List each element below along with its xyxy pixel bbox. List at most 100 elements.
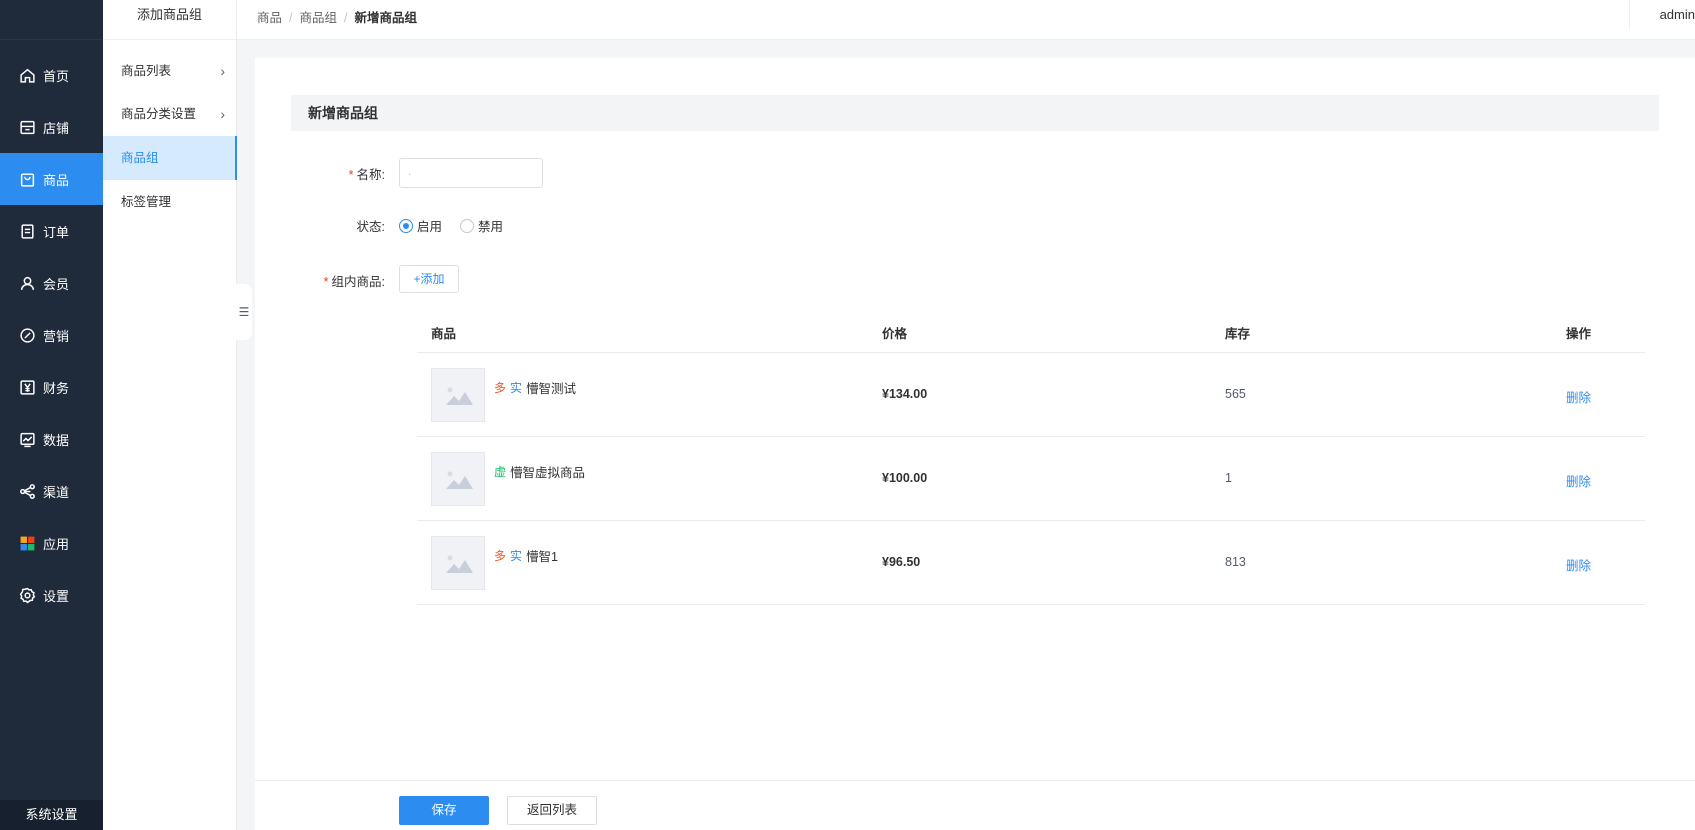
sub-item-label: 标签管理 <box>121 195 172 209</box>
apps-icon <box>20 536 35 550</box>
sub-item-goods-group[interactable]: 商品组 <box>103 136 237 180</box>
name-input[interactable]: . <box>399 158 543 188</box>
nav-item-channel[interactable]: 渠道 <box>0 465 103 517</box>
nav-item-label: 设置 <box>43 588 70 604</box>
product-thumbnail <box>431 368 485 422</box>
sub-menu: 添加商品组 商品列表 › 商品分类设置 › 商品组 标签管理 <box>103 0 237 830</box>
finance-icon <box>20 379 35 395</box>
image-placeholder-icon <box>446 471 473 489</box>
delete-link[interactable]: 删除 <box>1566 555 1591 574</box>
nav-item-label: 渠道 <box>43 484 70 500</box>
nav-item-settings[interactable]: 设置 <box>0 569 103 621</box>
tag-multi-spec: 多 <box>494 381 507 395</box>
tag-physical: 实 <box>510 549 523 563</box>
sub-item-tag-management[interactable]: 标签管理 <box>103 180 237 224</box>
nav-item-label: 营销 <box>43 328 70 344</box>
column-header: 操作 <box>1566 327 1592 341</box>
nav-item-finance[interactable]: 财务 <box>0 361 103 413</box>
tag-physical: 实 <box>510 381 523 395</box>
form-footer: 保存 返回列表 <box>255 780 1695 830</box>
nav-item-order[interactable]: 订单 <box>0 205 103 257</box>
data-icon <box>20 432 35 447</box>
collapse-menu-icon[interactable]: ☰ <box>236 284 252 340</box>
store-icon <box>20 120 35 134</box>
product-info: 多 实 懵智测试 <box>494 378 576 397</box>
product-thumbnail <box>431 536 485 590</box>
sub-item-goods-list[interactable]: 商品列表 › <box>103 49 237 93</box>
nav-item-label: 店铺 <box>43 120 70 136</box>
user-icon <box>20 276 35 290</box>
table-row: 多 实 懵智测试 ¥134.00 565 删除 <box>417 353 1645 437</box>
radio-dot <box>399 218 413 233</box>
nav-item-label: 数据 <box>43 432 70 448</box>
column-header: 库存 <box>1225 327 1251 341</box>
product-stock: 1 <box>1225 471 1232 485</box>
column-header: 价格 <box>882 327 908 341</box>
radio-label: 启用 <box>417 220 443 234</box>
required-mark: * <box>323 275 329 289</box>
product-thumbnail <box>431 452 485 506</box>
breadcrumb-current: 新增商品组 <box>354 11 418 25</box>
nav-item-marketing[interactable]: 营销 <box>0 309 103 361</box>
required-mark: * <box>348 168 354 182</box>
goods-icon <box>20 172 35 187</box>
product-stock: 813 <box>1225 555 1246 569</box>
breadcrumb-item[interactable]: 商品组 <box>300 11 338 25</box>
top-header: 商品 / 商品组 / 新增商品组 admin <box>237 0 1695 40</box>
table-header: 商品 价格 库存 操作 <box>417 291 1645 353</box>
product-name: 懵智虚拟商品 <box>510 466 586 480</box>
section-title: 新增商品组 <box>291 95 1659 131</box>
main-nav: 首页 店铺 商品 订单 会员 营销 财务 数据 渠道 应用 设置 系统设置 <box>0 0 103 830</box>
tag-multi-spec: 多 <box>494 549 507 563</box>
nav-item-label: 应用 <box>43 536 70 552</box>
sub-item-label: 商品分类设置 <box>121 107 197 121</box>
product-info: 多 实 懵智1 <box>494 546 558 565</box>
product-name: 懵智1 <box>526 550 558 564</box>
channel-icon <box>20 483 35 499</box>
nav-item-goods[interactable]: 商品 <box>0 153 103 205</box>
nav-logo-area <box>0 0 103 40</box>
status-label: 状态: <box>356 220 385 234</box>
save-button[interactable]: 保存 <box>399 796 489 825</box>
breadcrumb: 商品 / 商品组 / 新增商品组 <box>257 11 418 25</box>
product-price: ¥96.50 <box>882 555 921 569</box>
breadcrumb-item[interactable]: 商品 <box>257 11 282 25</box>
delete-link[interactable]: 删除 <box>1566 387 1591 406</box>
order-icon <box>21 223 34 239</box>
sub-item-label: 商品组 <box>121 151 159 165</box>
nav-item-label: 商品 <box>43 172 70 188</box>
status-disabled-radio[interactable]: 禁用 <box>460 216 503 235</box>
content-card: 新增商品组 * 名称: . 状态: 启用 禁用 * 组内商品: +添加 商品 价格 … <box>255 58 1695 780</box>
add-goods-button[interactable]: +添加 <box>399 265 459 293</box>
status-enabled-radio[interactable]: 启用 <box>399 216 442 235</box>
product-price: ¥100.00 <box>882 471 928 485</box>
goods-label-text: 组内商品: <box>331 275 385 289</box>
user-name: admin <box>1659 7 1695 22</box>
nav-item-home[interactable]: 首页 <box>0 49 103 101</box>
settings-icon <box>19 587 36 603</box>
sub-item-category-settings[interactable]: 商品分类设置 › <box>103 92 237 136</box>
name-input-value: . <box>408 164 412 178</box>
chevron-right-icon: › <box>220 106 225 122</box>
user-menu[interactable]: admin <box>1628 0 1695 30</box>
system-settings-link[interactable]: 系统设置 <box>0 800 103 830</box>
product-stock: 565 <box>1225 387 1246 401</box>
table-row: 虚 懵智虚拟商品 ¥100.00 1 删除 <box>417 437 1645 521</box>
sub-menu-title: 添加商品组 <box>103 0 236 40</box>
nav-item-data[interactable]: 数据 <box>0 413 103 465</box>
radio-label: 禁用 <box>478 220 504 234</box>
nav-item-label: 会员 <box>43 276 70 292</box>
image-placeholder-icon <box>446 387 473 405</box>
product-price: ¥134.00 <box>882 387 928 401</box>
name-label-text: 名称: <box>356 168 385 182</box>
nav-item-member[interactable]: 会员 <box>0 257 103 309</box>
nav-item-label: 订单 <box>43 224 70 240</box>
product-name: 懵智测试 <box>526 382 577 396</box>
radio-dot <box>460 218 474 233</box>
goods-label: * 组内商品: <box>255 271 385 290</box>
delete-link[interactable]: 删除 <box>1566 471 1591 490</box>
chevron-right-icon: › <box>220 63 225 79</box>
back-to-list-button[interactable]: 返回列表 <box>507 796 597 825</box>
nav-item-apps[interactable]: 应用 <box>0 517 103 569</box>
nav-item-store[interactable]: 店铺 <box>0 101 103 153</box>
